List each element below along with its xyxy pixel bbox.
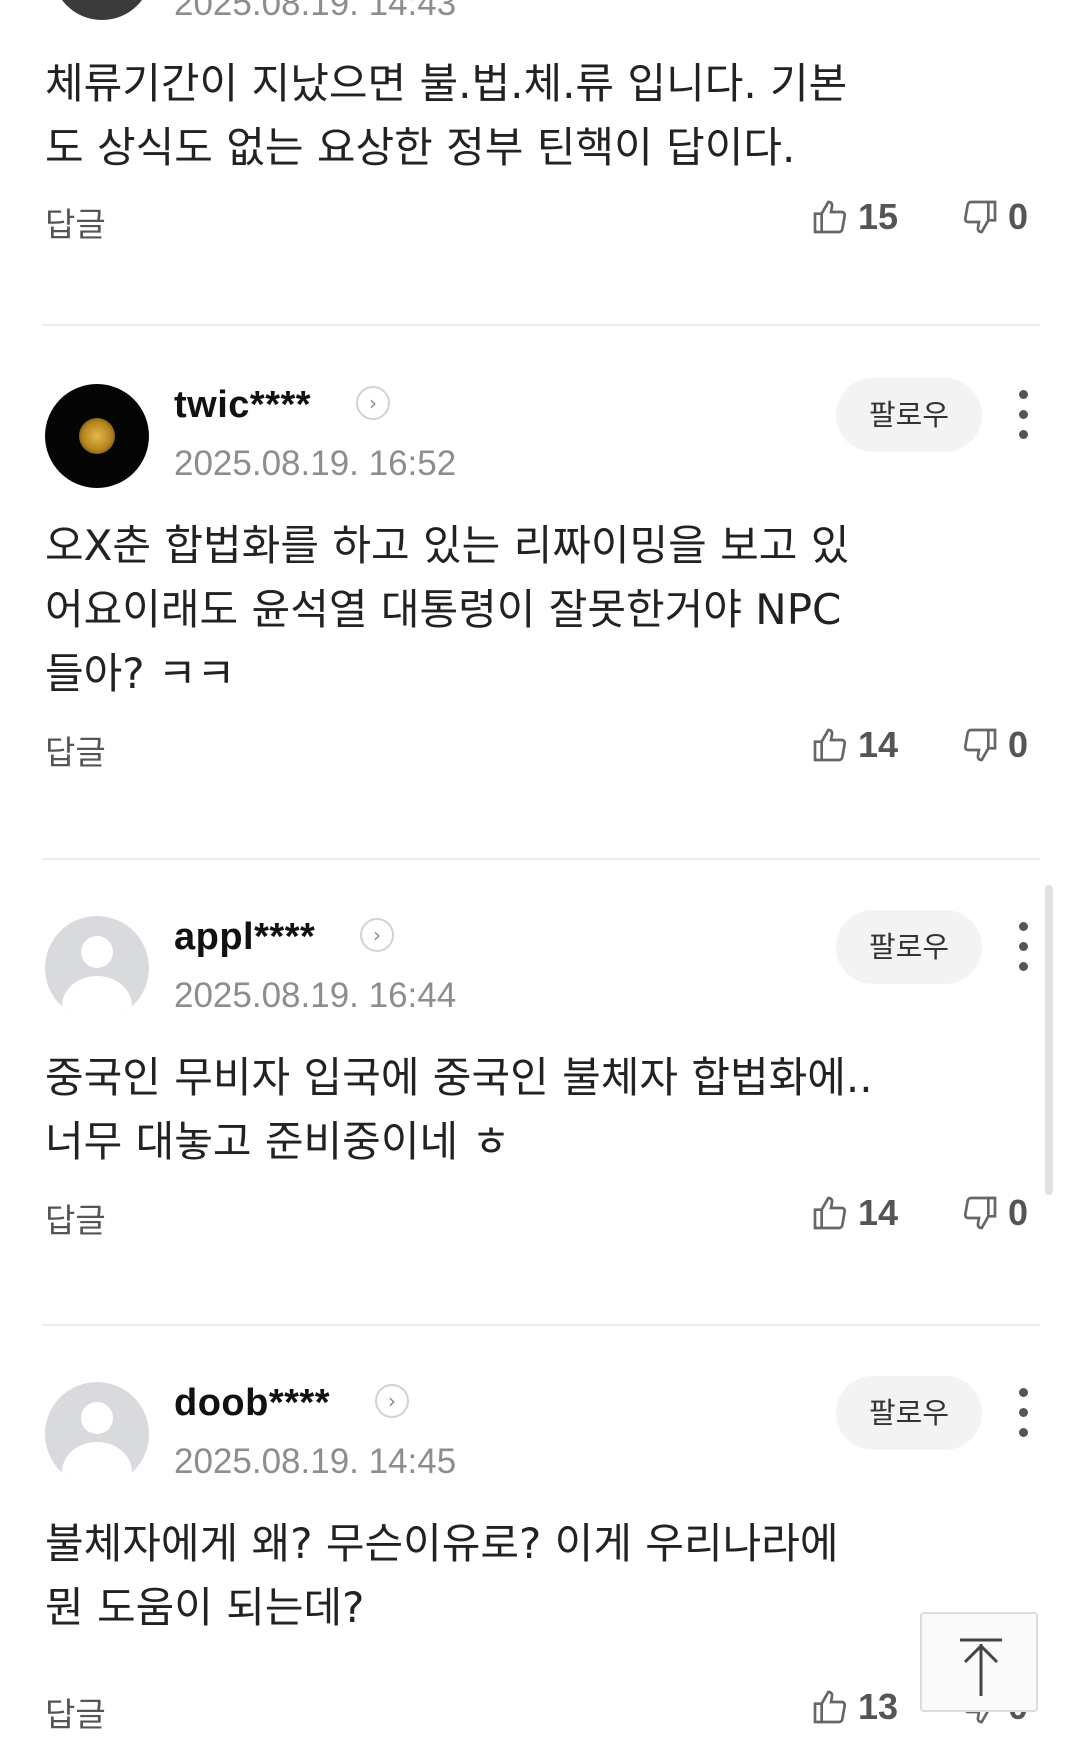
avatar[interactable] — [45, 916, 149, 1020]
follow-button[interactable]: 팔로우 — [836, 378, 982, 452]
divider — [42, 858, 1040, 860]
dislike-button[interactable]: 0 — [960, 1192, 1028, 1234]
reply-button[interactable]: 답글 — [45, 726, 106, 774]
arrow-up-icon — [960, 1638, 1002, 1696]
more-vertical-icon[interactable] — [1008, 922, 1038, 974]
comment-date: 2025.08.19. 16:52 — [174, 444, 457, 483]
username[interactable]: doob**** — [174, 1382, 330, 1425]
reply-button[interactable]: 답글 — [45, 198, 106, 246]
reply-button[interactable]: 답글 — [45, 1688, 106, 1736]
thumbs-up-icon — [813, 728, 847, 762]
follow-button[interactable]: 팔로우 — [836, 910, 982, 984]
divider — [42, 324, 1040, 326]
comment-text: 오X춘 합법화를 하고 있는 리짜이밍을 보고 있 어요이래도 윤석열 대통령이… — [45, 521, 850, 698]
like-button[interactable]: 15 — [810, 196, 898, 238]
thumbs-down-icon — [963, 1196, 997, 1230]
comment-date: 2025.08.19. 16:44 — [174, 976, 457, 1015]
like-count: 14 — [858, 1192, 899, 1233]
like-button[interactable]: 13 — [810, 1686, 898, 1728]
dislike-count: 0 — [1008, 196, 1029, 237]
chevron-right-icon[interactable]: › — [375, 1384, 409, 1418]
comment-date: 2025.08.19. 14:45 — [174, 1442, 457, 1481]
more-vertical-icon[interactable] — [1008, 1388, 1038, 1440]
divider — [42, 1324, 1040, 1326]
avatar[interactable] — [52, 0, 152, 20]
avatar[interactable] — [45, 384, 149, 488]
reply-button[interactable]: 답글 — [45, 1194, 106, 1242]
dislike-count: 0 — [1008, 1192, 1029, 1233]
comment-date: 2025.08.19. 14:43 — [174, 0, 457, 23]
badge-emblem-icon — [79, 418, 115, 454]
thumbs-down-icon — [963, 200, 997, 234]
like-count: 14 — [858, 724, 899, 765]
dislike-count: 0 — [1008, 724, 1029, 765]
like-button[interactable]: 14 — [810, 724, 898, 766]
comment-text: 체류기간이 지났으면 불.법.체.류 입니다. 기본 도 상식도 없는 요상한 … — [45, 59, 848, 172]
thumbs-up-icon — [813, 1196, 847, 1230]
like-button[interactable]: 14 — [810, 1192, 898, 1234]
scrollbar[interactable] — [1045, 885, 1053, 1195]
avatar[interactable] — [45, 1382, 149, 1486]
username[interactable]: appl**** — [174, 916, 315, 959]
username[interactable]: twic**** — [174, 384, 311, 427]
like-count: 15 — [858, 196, 899, 237]
like-count: 13 — [858, 1686, 899, 1727]
dislike-button[interactable]: 0 — [960, 196, 1028, 238]
thumbs-up-icon — [813, 200, 847, 234]
chevron-right-icon[interactable]: › — [356, 386, 390, 420]
comment-text: 중국인 무비자 입국에 중국인 불체자 합법화에.. 너무 대놓고 준비중이네 … — [45, 1053, 873, 1166]
dislike-button[interactable]: 0 — [960, 724, 1028, 766]
scroll-top-button[interactable] — [920, 1612, 1038, 1712]
more-vertical-icon[interactable] — [1008, 390, 1038, 442]
thumbs-up-icon — [813, 1690, 847, 1724]
thumbs-down-icon — [963, 728, 997, 762]
comment-text: 불체자에게 왜? 무슨이유로? 이게 우리나라에 뭔 도움이 되는데? — [45, 1519, 839, 1632]
chevron-right-icon[interactable]: › — [360, 918, 394, 952]
follow-button[interactable]: 팔로우 — [836, 1376, 982, 1450]
